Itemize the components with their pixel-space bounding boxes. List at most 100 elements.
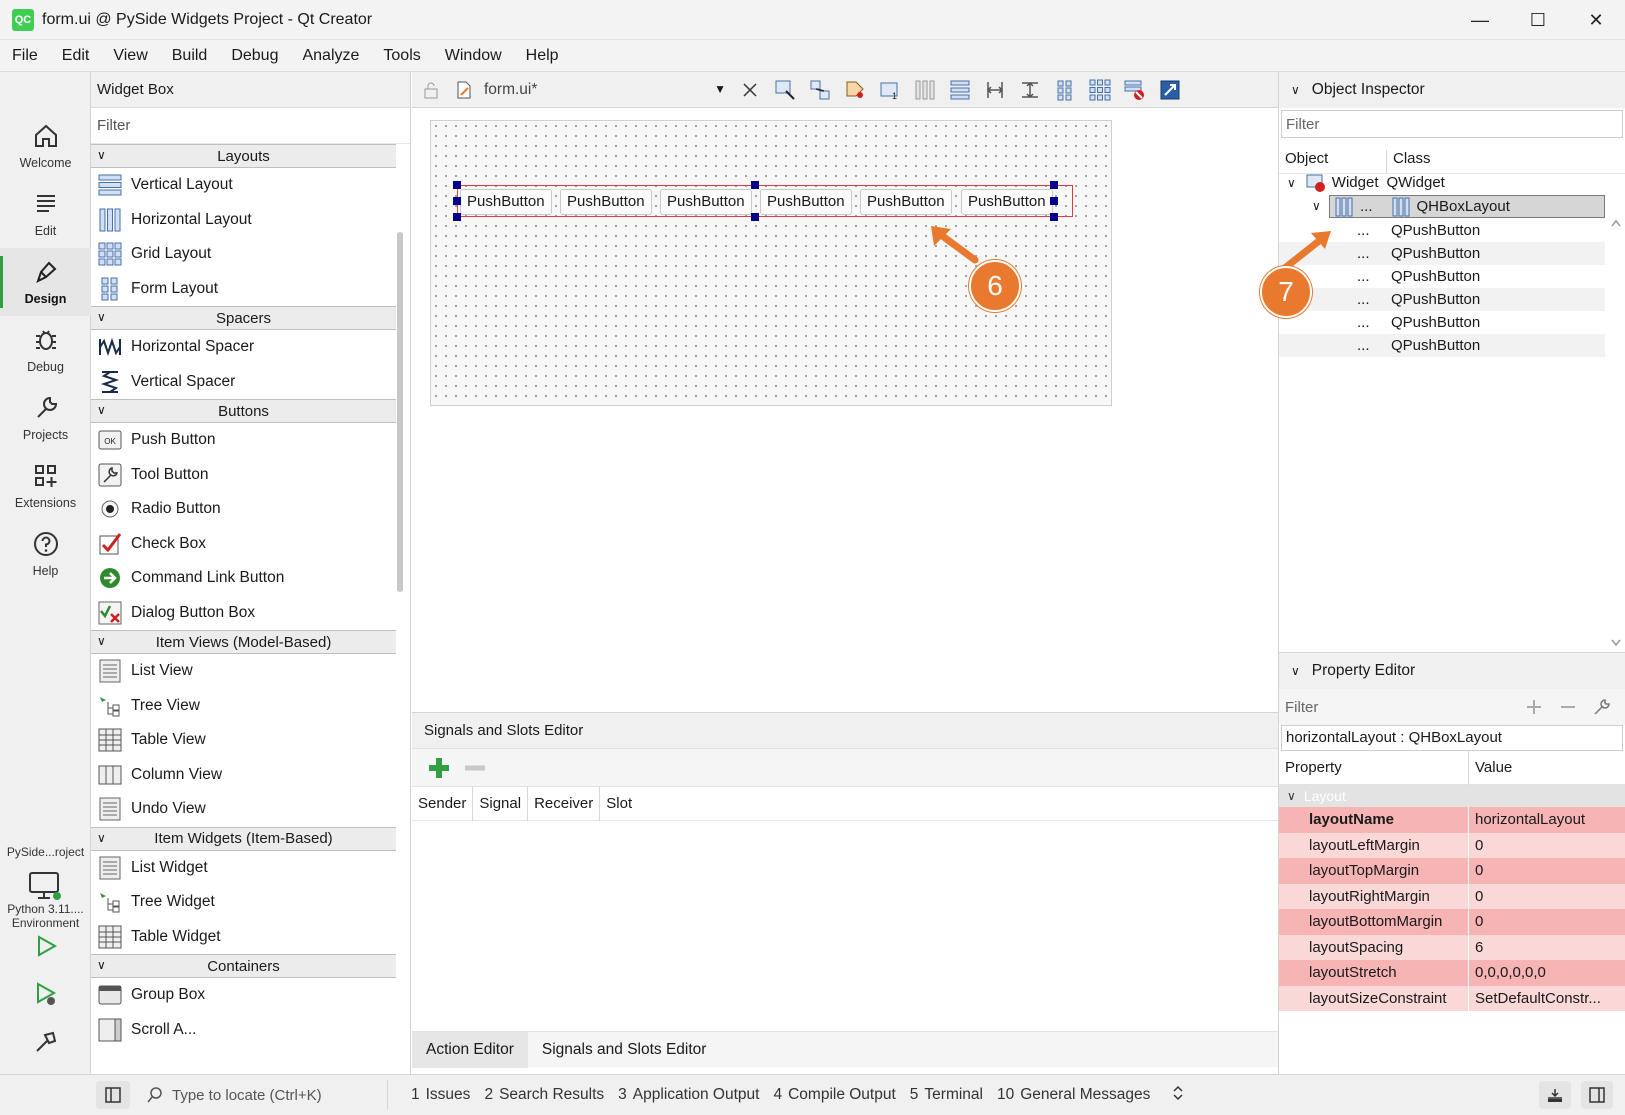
widget-box-filter[interactable]: Filter	[91, 108, 410, 144]
output-pane-compile-output[interactable]: 4 Compile Output	[766, 1086, 902, 1104]
push-button-1[interactable]: PushButton	[460, 189, 552, 215]
vertical-splitter-button[interactable]	[1012, 76, 1047, 104]
property-row[interactable]: layoutRightMargin 0	[1279, 883, 1625, 909]
output-pane-general-messages[interactable]: 10 General Messages	[990, 1086, 1157, 1104]
tree-row-pushbutton[interactable]: ... QPushButton	[1279, 334, 1605, 357]
push-button-4[interactable]: PushButton	[760, 189, 852, 215]
mode-help[interactable]: Help	[0, 520, 91, 588]
tab-action-editor[interactable]: Action Editor	[412, 1031, 528, 1068]
widget-check-box[interactable]: Check Box	[91, 527, 396, 562]
property-row[interactable]: layoutName horizontalLayout	[1279, 807, 1625, 833]
selection-handle[interactable]	[453, 181, 461, 189]
selection-handle[interactable]	[453, 197, 461, 205]
widget-undo-view[interactable]: Undo View	[91, 792, 396, 827]
widget-horizontal-layout[interactable]: Horizontal Layout	[91, 203, 396, 238]
widget-form-layout[interactable]: Form Layout	[91, 272, 396, 307]
property-row[interactable]: layoutTopMargin 0	[1279, 858, 1625, 884]
mode-projects[interactable]: Projects	[0, 384, 91, 452]
break-layout-button[interactable]	[1117, 76, 1152, 104]
property-value[interactable]: 0	[1469, 837, 1619, 854]
mode-welcome[interactable]: Welcome	[0, 112, 91, 180]
form-layout-button[interactable]	[1047, 76, 1082, 104]
object-filter-input[interactable]: Filter	[1281, 110, 1623, 138]
edit-tab-order-button[interactable]: 1	[872, 76, 907, 104]
widget-table-widget[interactable]: Table Widget	[91, 920, 396, 955]
widget-horizontal-spacer[interactable]: Horizontal Spacer	[91, 330, 396, 365]
column-class[interactable]: Class	[1387, 150, 1431, 173]
configure-button[interactable]	[1585, 695, 1619, 719]
horizontal-layout-box[interactable]: PushButton PushButton PushButton PushBut…	[457, 185, 1073, 217]
category-item-widgets[interactable]: ∨ Item Widgets (Item-Based)	[91, 826, 396, 851]
column-receiver[interactable]: Receiver	[528, 786, 601, 821]
widget-command-link-button[interactable]: Command Link Button	[91, 561, 396, 596]
menu-build[interactable]: Build	[160, 47, 220, 65]
edit-signals-slots-button[interactable]	[802, 76, 837, 104]
property-group-layout[interactable]: ∨ Layout	[1279, 785, 1625, 807]
property-value[interactable]: horizontalLayout	[1469, 811, 1619, 828]
lay-out-horizontally-button[interactable]	[907, 76, 942, 104]
run-button[interactable]	[30, 930, 62, 962]
tab-signals-slots-editor[interactable]: Signals and Slots Editor	[528, 1032, 721, 1068]
remove-connection-icon[interactable]	[462, 755, 488, 781]
selection-handle[interactable]	[751, 181, 759, 189]
widget-vertical-spacer[interactable]: Vertical Spacer	[91, 365, 396, 400]
selection-handle[interactable]	[1050, 181, 1058, 189]
selection-handle[interactable]	[1050, 213, 1058, 221]
property-row[interactable]: layoutLeftMargin 0	[1279, 832, 1625, 858]
locator-input[interactable]: Type to locate (Ctrl+K)	[138, 1080, 388, 1110]
output-pane-issues[interactable]: 1 Issues	[404, 1086, 477, 1104]
widget-box-scrollbar[interactable]	[397, 232, 403, 592]
output-pane-application-output[interactable]: 3 Application Output	[611, 1086, 766, 1104]
object-inspector-header[interactable]: ∨ Object Inspector	[1279, 72, 1625, 108]
column-value[interactable]: Value	[1469, 759, 1512, 776]
property-value[interactable]: 6	[1469, 939, 1619, 956]
widget-scroll-area[interactable]: Scroll A...	[91, 1013, 396, 1048]
widget-table-view[interactable]: Table View	[91, 723, 396, 758]
menu-edit[interactable]: Edit	[50, 47, 102, 65]
build-button[interactable]	[30, 1026, 62, 1058]
grid-layout-button[interactable]	[1082, 76, 1117, 104]
category-buttons[interactable]: ∨ Buttons	[91, 399, 396, 423]
more-panes-button[interactable]	[1165, 1084, 1191, 1107]
property-value[interactable]: 0	[1469, 862, 1619, 879]
column-property[interactable]: Property	[1279, 750, 1469, 785]
selection-handle[interactable]	[453, 213, 461, 221]
widget-dialog-button-box[interactable]: Dialog Button Box	[91, 596, 396, 631]
property-value[interactable]: 0	[1469, 888, 1619, 905]
menu-help[interactable]: Help	[514, 47, 571, 65]
widget-list-view[interactable]: List View	[91, 654, 396, 689]
toggle-sidebar-button[interactable]	[96, 1081, 130, 1109]
column-signal[interactable]: Signal	[473, 786, 529, 821]
remove-property-button[interactable]	[1551, 695, 1585, 719]
column-sender[interactable]: Sender	[412, 786, 474, 821]
push-button-5[interactable]: PushButton	[860, 189, 952, 215]
property-value[interactable]: SetDefaultConstr...	[1469, 990, 1619, 1007]
mode-edit[interactable]: Edit	[0, 180, 91, 248]
category-spacers[interactable]: ∨ Spacers	[91, 306, 396, 330]
widget-group-box[interactable]: Group Box	[91, 978, 396, 1013]
edit-widgets-button[interactable]	[767, 76, 802, 104]
menu-view[interactable]: View	[101, 47, 159, 65]
add-property-button[interactable]	[1517, 695, 1551, 719]
tree-row-widget[interactable]: ∨ Widget QWidget	[1279, 171, 1605, 194]
property-row[interactable]: layoutSizeConstraint SetDefaultConstr...	[1279, 985, 1625, 1011]
add-connection-icon[interactable]	[426, 755, 452, 781]
widget-tree-view[interactable]: Tree View	[91, 689, 396, 724]
column-object[interactable]: Object	[1279, 150, 1387, 173]
edit-buddies-button[interactable]	[837, 76, 872, 104]
menu-window[interactable]: Window	[433, 47, 514, 65]
category-layouts[interactable]: ∨ Layouts	[91, 144, 396, 168]
mode-extensions[interactable]: Extensions	[0, 452, 91, 520]
close-button[interactable]: ✕	[1567, 0, 1625, 40]
close-document-button[interactable]	[732, 76, 767, 104]
menu-file[interactable]: File	[0, 47, 50, 65]
category-containers[interactable]: ∨ Containers	[91, 954, 396, 978]
property-row[interactable]: layoutBottomMargin 0	[1279, 909, 1625, 935]
property-row[interactable]: layoutStretch 0,0,0,0,0,0	[1279, 960, 1625, 986]
widget-radio-button[interactable]: Radio Button	[91, 492, 396, 527]
form-widget[interactable]: PushButton PushButton PushButton PushBut…	[430, 120, 1112, 406]
maximize-button[interactable]: ☐	[1509, 0, 1567, 40]
property-editor-header[interactable]: ∨ Property Editor	[1279, 653, 1625, 689]
push-button-3[interactable]: PushButton	[660, 189, 752, 215]
adjust-size-button[interactable]	[1152, 76, 1187, 104]
